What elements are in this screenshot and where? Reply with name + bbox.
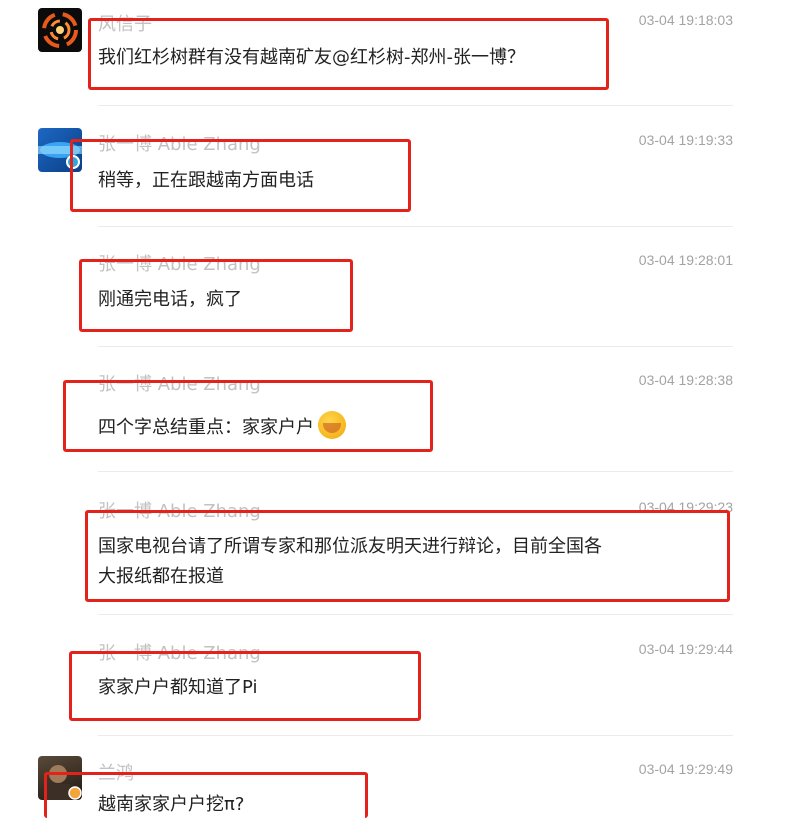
message-time: 03-04 19:29:44 — [638, 641, 733, 657]
message-time: 03-04 19:19:33 — [638, 132, 733, 148]
divider — [98, 614, 733, 615]
divider — [98, 105, 733, 106]
highlight-box — [70, 139, 411, 212]
highlight-box — [44, 772, 368, 818]
highlight-box — [69, 651, 421, 721]
message-time: 03-04 19:28:01 — [638, 252, 733, 268]
divider — [98, 471, 733, 472]
divider — [98, 226, 733, 227]
message-time: 03-04 19:18:03 — [638, 12, 733, 28]
galaxy-avatar-icon[interactable] — [38, 8, 82, 52]
divider — [98, 735, 733, 736]
divider — [98, 346, 733, 347]
message-time: 03-04 19:28:38 — [638, 372, 733, 388]
highlight-box — [85, 510, 730, 602]
message-time: 03-04 19:29:49 — [638, 761, 733, 777]
highlight-box — [88, 18, 609, 90]
highlight-box — [79, 259, 353, 332]
highlight-box — [63, 380, 433, 452]
